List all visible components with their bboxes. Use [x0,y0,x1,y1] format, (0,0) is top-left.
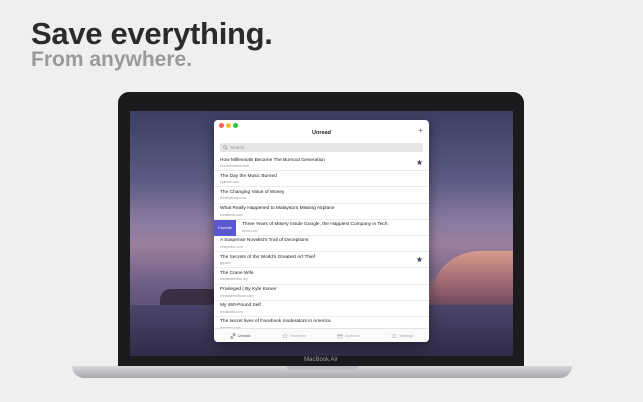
article-row[interactable]: How Millennials Became The Burnout Gener… [214,155,429,172]
article-domain: theverybody.com [220,196,246,201]
article-row[interactable]: The Day the Music Burned nytimes.com [214,171,429,188]
article-title: A Suspense Novelist's Trail of Deception… [220,238,309,244]
headline: Save everything. [31,16,273,51]
article-domain: wired.com [242,228,258,233]
article-row[interactable]: The Secrets of the World's Greatest Art … [214,252,429,269]
article-row[interactable]: Favorite Three Years of Misery Inside Goo… [214,219,429,236]
favorite-swipe-button[interactable]: Favorite [214,219,236,236]
subheadline: From anywhere. [31,48,193,71]
maximize-window-button[interactable] [233,123,238,128]
article-domain: newyorker.com [220,244,243,249]
article-domain: theatlantic.com [220,212,243,217]
article-title: The Day the Music Burned [220,173,277,179]
article-title: What Really Happened to Malaysia's Missi… [220,206,335,212]
star-icon [281,332,288,339]
app-window: Unread + How Millennials Became The Burn… [214,120,429,342]
article-domain: nytimes.com [220,180,240,185]
close-window-button[interactable] [219,123,224,128]
laptop-model-label: MacBook Air [304,357,338,363]
tab-unread[interactable]: Unread [230,332,251,339]
tab-favorites[interactable]: Favorites [281,332,306,339]
search-icon [223,145,228,150]
tab-bar: Unread Favorites Archives Settings [214,328,429,342]
archive-icon [337,333,343,339]
article-domain: theparisreview.org [220,277,248,282]
article-row[interactable]: Privileged | By Kyle Korver theplayerstri… [214,285,429,301]
article-title: The Changing Value of Money [220,189,285,195]
article-title: Three Years of Misery Inside Google, the… [242,222,389,228]
article-row[interactable]: What Really Happened to Malaysia's Missi… [214,204,429,220]
article-domain: theatlantic.com [220,309,243,314]
article-row[interactable]: The Crane Wife theparisreview.org [214,268,429,285]
article-domain: buzzfeednews.com [220,164,250,168]
titlebar: Unread + [214,120,429,142]
tab-label: Archives [345,333,360,338]
search-input[interactable] [230,143,410,152]
tab-label: Unread [237,333,251,338]
minimize-window-button[interactable] [226,123,231,128]
article-title: Privileged | By Kyle Korver [220,287,277,292]
article-row[interactable]: The Changing Value of Money theverybody.c… [214,187,429,204]
tab-label: Settings [399,333,414,338]
settings-icon [391,333,397,339]
star-icon[interactable] [416,159,423,166]
window-title: Unread [312,130,331,136]
tab-settings[interactable]: Settings [391,333,413,339]
laptop-base-notch [286,366,358,370]
search-bar[interactable] [220,143,423,152]
article-domain: gq.com [220,261,232,266]
star-icon[interactable] [416,256,423,263]
article-title: My 460-Pound Self [220,303,261,309]
article-row[interactable]: My 460-Pound Self theatlantic.com [214,301,429,317]
plus-icon: + [418,126,423,135]
article-title: The Secrets of the World's Greatest Art … [220,254,316,260]
article-row[interactable]: A Suspense Novelist's Trail of Deception… [214,236,429,253]
tab-archives[interactable]: Archives [337,333,360,339]
article-domain: theplayerstribune.com [220,293,254,298]
link-icon [230,332,236,339]
article-title: How Millennials Became The Burnout Gener… [220,157,325,163]
article-title: The secret lives of Facebook moderators … [220,319,331,325]
tab-label: Favorites [289,333,306,338]
article-list: How Millennials Became The Burnout Gener… [214,155,429,334]
article-title: The Crane Wife [220,270,254,276]
add-button[interactable]: + [418,127,423,135]
